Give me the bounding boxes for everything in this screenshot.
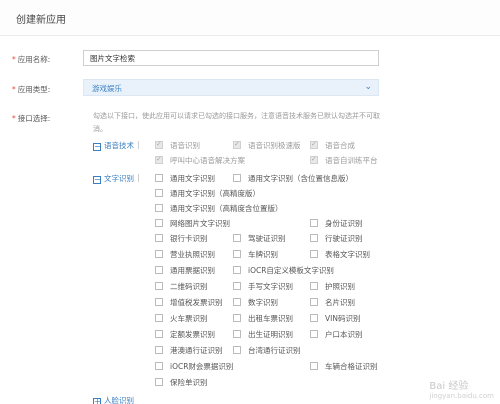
api-select-hint: 勾选以下接口，使此应用可以请求已勾选的接口服务，注意语音技术服务已默认勾选并不可… — [93, 112, 380, 133]
option-ocr[interactable]: 出生证明识别 — [233, 329, 293, 340]
page-title: 创建新应用 — [16, 15, 66, 26]
checkbox-icon — [155, 140, 163, 149]
app-name-label: * 应用名称: — [12, 55, 51, 64]
checkbox-icon — [233, 250, 241, 258]
option-ocr[interactable]: 名片识别 — [310, 297, 355, 308]
app-name-input[interactable] — [83, 50, 379, 66]
option-ocr[interactable]: 行驶证识别 — [310, 233, 363, 244]
option-ocr[interactable]: 保险单识别 — [155, 377, 208, 388]
option-ocr[interactable]: 银行卡识别 — [155, 233, 208, 244]
checkbox-icon — [155, 204, 163, 212]
checkbox-icon — [310, 155, 318, 164]
option-ocr[interactable]: 二维码识别 — [155, 281, 208, 292]
checkbox-icon — [155, 330, 163, 338]
checkbox-icon — [155, 250, 163, 258]
app-type-label: * 应用类型: — [12, 85, 51, 94]
option-speech-training: 语音自训练平台 — [310, 155, 378, 166]
option-speech-recognition: 语音识别 — [155, 140, 200, 151]
option-ocr[interactable]: 通用文字识别（含位置信息版） — [233, 173, 353, 184]
checkbox-icon — [155, 234, 163, 242]
option-ocr[interactable]: iOCR自定义模板文字识别 — [233, 265, 334, 276]
option-ocr[interactable]: 驾驶证识别 — [233, 233, 286, 244]
expand-icon: + — [93, 397, 101, 404]
option-ocr[interactable]: 通用票据识别 — [155, 265, 215, 276]
checkbox-icon — [310, 314, 318, 322]
checkbox-icon — [155, 155, 163, 164]
option-ocr[interactable]: 车牌识别 — [233, 249, 278, 260]
option-ocr[interactable]: 户口本识别 — [310, 329, 363, 340]
app-type-value: 游戏娱乐 — [92, 84, 122, 93]
option-call-center: 呼叫中心语音解决方案 — [155, 155, 245, 166]
collapse-icon: − — [93, 142, 101, 151]
checkbox-icon — [310, 140, 318, 149]
app-type-select[interactable]: 游戏娱乐 ⌄ — [83, 79, 379, 96]
option-ocr[interactable]: 定额发票识别 — [155, 329, 215, 340]
option-ocr[interactable]: 通用文字识别（高精度含位置版） — [155, 203, 283, 214]
chevron-down-icon: ⌄ — [364, 82, 372, 92]
option-ocr[interactable]: 增值税发票识别 — [155, 297, 223, 308]
option-ocr[interactable]: 出租车票识别 — [233, 313, 293, 324]
checkbox-icon — [310, 282, 318, 290]
checkbox-icon — [155, 219, 163, 227]
option-ocr[interactable]: 营业执照识别 — [155, 249, 215, 260]
checkbox-icon — [310, 298, 318, 306]
checkbox-icon — [155, 378, 163, 386]
checkbox-icon — [155, 174, 163, 182]
checkbox-icon — [155, 282, 163, 290]
option-ocr[interactable]: iOCR财会票据识别 — [155, 361, 233, 372]
checkbox-icon — [233, 298, 241, 306]
option-ocr[interactable]: 表格文字识别 — [310, 249, 370, 260]
checkbox-icon — [155, 298, 163, 306]
option-ocr[interactable]: 护照识别 — [310, 281, 355, 292]
checkbox-icon — [233, 330, 241, 338]
checkbox-icon — [233, 266, 241, 274]
option-ocr[interactable]: VIN码识别 — [310, 313, 360, 324]
option-ocr[interactable]: 港澳通行证识别 — [155, 345, 223, 356]
checkbox-icon — [233, 234, 241, 242]
page-header: 创建新应用 — [0, 0, 500, 36]
checkbox-icon — [155, 266, 163, 274]
checkbox-icon — [310, 362, 318, 370]
checkbox-icon — [155, 189, 163, 197]
checkbox-icon — [310, 250, 318, 258]
checkbox-icon — [233, 346, 241, 354]
checkbox-icon — [155, 314, 163, 322]
option-speech-recognition-fast: 语音识别极速版 — [233, 140, 301, 151]
option-ocr[interactable]: 通用文字识别（高精度版） — [155, 188, 260, 199]
checkbox-icon — [233, 282, 241, 290]
option-ocr[interactable]: 身份证识别 — [310, 218, 363, 229]
checkbox-icon — [310, 234, 318, 242]
api-select-label: * 接口选择: — [12, 114, 51, 123]
option-ocr[interactable]: 车辆合格证识别 — [310, 361, 378, 372]
category-face-toggle[interactable]: + 人脸识别 — [93, 395, 134, 404]
option-ocr[interactable]: 数字识别 — [233, 297, 278, 308]
category-speech-toggle[interactable]: − 语音技术 — [93, 140, 139, 151]
option-ocr[interactable]: 手写文字识别 — [233, 281, 293, 292]
baidu-jingyan-watermark: Bai 经验 jingyan.baidu.com — [429, 381, 494, 400]
checkbox-icon — [155, 362, 163, 370]
checkbox-icon — [310, 330, 318, 338]
checkbox-icon — [310, 219, 318, 227]
collapse-icon: − — [93, 175, 101, 184]
option-ocr[interactable]: 火车票识别 — [155, 313, 208, 324]
checkbox-icon — [155, 346, 163, 354]
category-ocr-toggle[interactable]: − 文字识别 — [93, 173, 139, 184]
checkbox-icon — [233, 314, 241, 322]
option-speech-synthesis: 语音合成 — [310, 140, 355, 151]
option-ocr[interactable]: 网络图片文字识别 — [155, 218, 230, 229]
checkbox-icon — [233, 140, 241, 149]
option-ocr[interactable]: 台湾通行证识别 — [233, 345, 301, 356]
option-ocr[interactable]: 通用文字识别 — [155, 173, 215, 184]
checkbox-icon — [233, 174, 241, 182]
